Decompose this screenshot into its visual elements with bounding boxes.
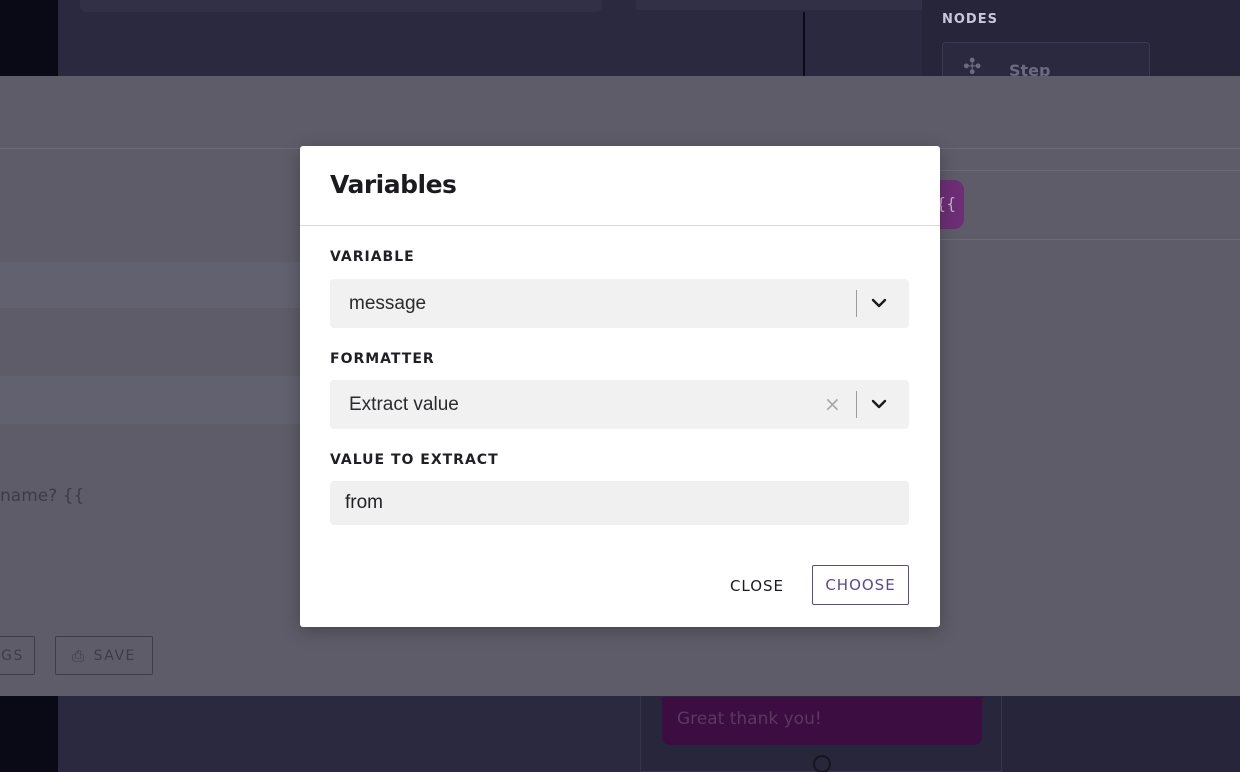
save-icon: ⎙ bbox=[72, 646, 86, 665]
divider bbox=[940, 239, 1240, 240]
chevron-down-icon[interactable] bbox=[870, 296, 888, 310]
editor-row bbox=[0, 376, 300, 424]
connector-dot bbox=[813, 755, 831, 772]
dialog-divider bbox=[300, 225, 940, 226]
dialog-title: Variables bbox=[330, 170, 457, 199]
select-separator bbox=[856, 391, 857, 418]
settings-button-label: GS bbox=[1, 647, 24, 664]
choose-button[interactable]: CHOOSE bbox=[812, 565, 909, 605]
node-item-label: Step bbox=[1009, 61, 1051, 76]
formatter-select[interactable]: Extract value × bbox=[330, 380, 909, 429]
message-text: name? {{ bbox=[0, 486, 85, 506]
connector-line bbox=[803, 12, 805, 76]
editor-row bbox=[0, 262, 300, 308]
close-button[interactable]: CLOSE bbox=[716, 566, 798, 605]
variables-dialog: Variables VARIABLE message FORMATTER Ext… bbox=[300, 146, 940, 627]
chat-bubble: Great thank you! bbox=[662, 697, 982, 745]
chevron-down-icon[interactable] bbox=[870, 397, 888, 411]
variable-select-value: message bbox=[349, 293, 427, 314]
top-card bbox=[80, 0, 602, 12]
formatter-label: FORMATTER bbox=[330, 351, 435, 367]
value-to-extract-label: VALUE TO EXTRACT bbox=[330, 452, 499, 468]
variable-label: VARIABLE bbox=[330, 249, 415, 265]
top-card bbox=[636, 0, 922, 10]
node-item-step[interactable]: ✣ Step bbox=[942, 42, 1150, 76]
save-button-label: SAVE bbox=[93, 647, 136, 664]
nodes-section-title: NODES bbox=[942, 12, 998, 27]
divider bbox=[940, 170, 1240, 171]
save-button[interactable]: ⎙ SAVE bbox=[55, 636, 153, 675]
settings-button[interactable]: GS bbox=[0, 636, 35, 675]
formatter-select-value: Extract value bbox=[349, 394, 459, 415]
puzzle-icon: ✣ bbox=[963, 55, 982, 76]
clear-icon[interactable]: × bbox=[824, 392, 841, 416]
variable-select[interactable]: message bbox=[330, 279, 909, 328]
select-separator bbox=[856, 290, 857, 317]
value-to-extract-input[interactable] bbox=[330, 481, 909, 525]
